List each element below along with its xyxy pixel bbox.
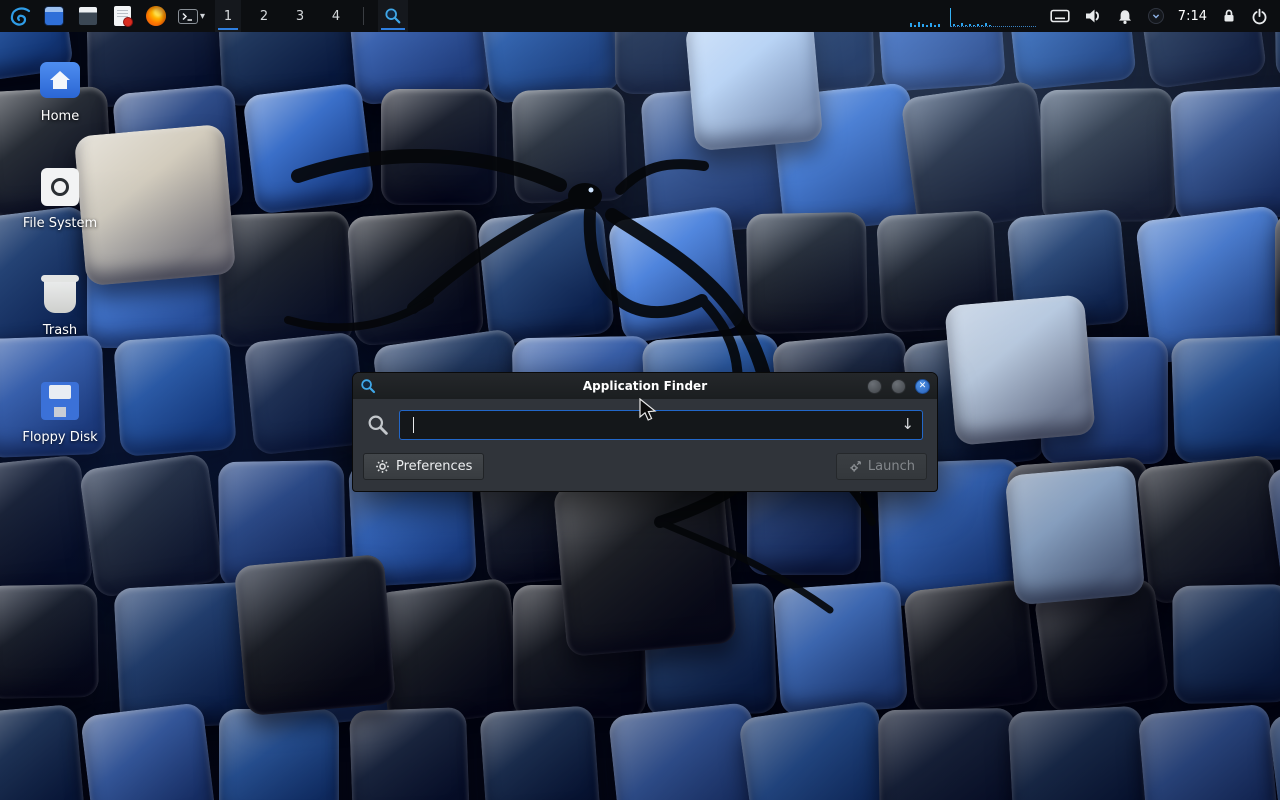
wallpaper-cube [1171,335,1280,463]
wallpaper-cube [243,331,367,455]
wallpaper-cube [1172,584,1280,704]
wallpaper-cube [381,89,497,205]
wallpaper-cube [511,87,628,204]
preferences-label: Preferences [396,459,472,474]
network-graph-icon[interactable] [950,5,1036,27]
preferences-button[interactable]: Preferences [363,453,484,480]
workspace-1[interactable]: 1 [215,0,241,32]
wallpaper-cube [1275,213,1280,353]
titlebar[interactable]: Application Finder ✕ [353,373,937,399]
launch-label: Launch [868,459,915,474]
files-icon [78,6,98,26]
gear-icon [375,459,390,474]
wallpaper-cube [0,704,86,800]
desktop-icon-file-system[interactable]: File System [16,165,104,231]
wallpaper-cube [685,13,824,152]
files-launcher[interactable] [76,4,100,28]
application-finder-window: Application Finder ✕ ↓ Preferences [352,372,938,492]
launch-icon [848,460,862,474]
desktop-icon-home[interactable]: Home [16,58,104,124]
wallpaper-cube [878,708,1017,800]
wallpaper-cube [0,584,99,699]
window-title: Application Finder [353,379,937,393]
wallpaper-cube [80,702,217,800]
home-folder-icon [38,58,82,102]
system-tray: 7:14 [1046,7,1272,25]
terminal-icon [178,9,198,24]
dropdown-arrow-icon[interactable]: ↓ [901,415,914,433]
wallpaper-cube [944,294,1096,446]
desktop-icon-floppy-disk[interactable]: Floppy Disk [16,379,104,445]
wallpaper-cube [773,581,909,717]
desktop-icon-trash[interactable]: Trash [16,272,104,338]
firefox-launcher[interactable] [144,4,168,28]
trash-can-icon [38,272,82,316]
wallpaper-cube [217,211,354,348]
application-finder-task-icon [384,7,402,25]
wallpaper-cube [1005,465,1146,606]
top-panel: ▾ 1 2 3 4 [0,0,1280,32]
kali-logo-icon [8,4,32,28]
wallpaper-cube [349,707,470,800]
wallpaper-cube [477,207,615,345]
wallpaper-cube [234,554,397,717]
wallpaper-cube [373,577,525,729]
floppy-disk-icon [38,379,82,423]
wallpaper-cube [607,205,746,344]
workspace-3[interactable]: 3 [287,0,313,32]
network-icon[interactable] [1148,8,1164,24]
wallpaper-cube [746,212,868,334]
cpu-graph-icon[interactable] [910,5,940,27]
wallpaper-cube [242,82,375,215]
wallpaper-cube [347,209,485,347]
logout-power-icon[interactable] [1251,8,1268,25]
text-editor-icon [114,6,131,26]
chevron-down-icon: ▾ [200,11,205,22]
terminal-dropdown-button[interactable]: ▾ [178,9,205,24]
wallpaper-cube [1170,86,1280,223]
clock[interactable]: 7:14 [1178,9,1207,24]
panel-separator [363,7,364,25]
firefox-icon [146,6,166,26]
wallpaper-cube [219,709,339,800]
wallpaper-cube [1008,706,1149,800]
desktop-icon-label: Trash [16,323,104,338]
wallpaper-cube [113,333,237,457]
volume-icon[interactable] [1084,7,1102,25]
desktop-icon-label: File System [16,216,104,231]
launch-button[interactable]: Launch [836,453,927,480]
wallpaper-cube [553,473,737,657]
desktop-icon-label: Floppy Disk [16,430,104,445]
text-editor-launcher[interactable] [110,4,134,28]
minimize-button[interactable] [867,379,882,394]
desktop-icon-label: Home [16,109,104,124]
text-caret [413,417,414,433]
workspace-2[interactable]: 2 [251,0,277,32]
maximize-button[interactable] [891,379,906,394]
wallpaper-cube [1138,704,1280,800]
search-input[interactable] [399,410,923,440]
file-manager-launcher[interactable] [42,4,66,28]
wallpaper-cube [1136,454,1280,605]
drive-icon [38,165,82,209]
wallpaper-cube [0,454,94,599]
kali-menu-button[interactable] [8,4,32,28]
wallpaper-cube [79,453,225,599]
lock-icon[interactable] [1221,8,1237,24]
wallpaper-cube [738,700,896,800]
keyboard-icon[interactable] [1050,8,1070,24]
wallpaper-cube [479,705,601,800]
search-icon [367,414,389,436]
taskbar-application-finder[interactable] [378,0,408,32]
wallpaper-cube [903,579,1039,715]
workspace-4[interactable]: 4 [323,0,349,32]
file-manager-icon [44,6,64,26]
close-button[interactable]: ✕ [915,379,930,394]
house-icon [48,69,72,91]
wallpaper-cube [1040,88,1175,223]
notifications-bell-icon[interactable] [1116,8,1134,25]
